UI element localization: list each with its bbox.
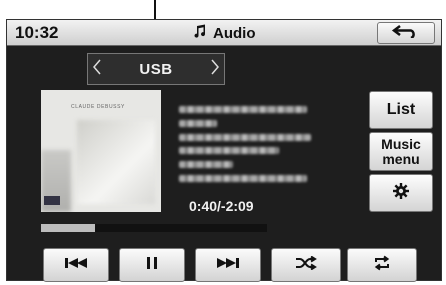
gear-icon (393, 182, 409, 204)
back-button[interactable] (377, 22, 435, 44)
chevron-left-icon[interactable] (92, 59, 102, 80)
source-label: USB (139, 60, 173, 78)
shuffle-icon (295, 255, 317, 275)
previous-track-button[interactable] (43, 248, 109, 282)
music-menu-button[interactable]: Music menu (369, 132, 433, 171)
source-selector[interactable]: USB (87, 53, 225, 85)
next-track-button[interactable] (195, 248, 261, 282)
music-menu-label: Music menu (381, 135, 421, 167)
album-image (77, 120, 155, 204)
clock: 10:32 (15, 23, 59, 42)
progress-fill (41, 224, 96, 232)
playback-time: 0:40/-2:09 (189, 198, 254, 214)
progress-bar[interactable] (41, 224, 267, 232)
screen-title-label: Audio (213, 24, 256, 42)
album-cover-text: CLAUDE DEBUSSY (71, 104, 125, 110)
repeat-button[interactable] (347, 248, 417, 282)
skip-previous-icon (64, 256, 88, 274)
back-arrow-icon (391, 24, 421, 43)
settings-button[interactable] (369, 174, 433, 212)
screen-title: Audio (193, 24, 256, 42)
album-art: CLAUDE DEBUSSY (41, 90, 161, 212)
shuffle-button[interactable] (271, 248, 341, 282)
track-info-blurred (175, 104, 345, 190)
list-button-label: List (386, 101, 416, 118)
pause-icon (146, 256, 158, 275)
status-bar: 10:32 Audio (7, 20, 441, 46)
repeat-icon (372, 255, 392, 276)
label-logo (44, 196, 60, 205)
chevron-right-icon[interactable] (210, 59, 220, 80)
music-note-icon (193, 24, 207, 42)
pause-button[interactable] (119, 248, 185, 282)
skip-next-icon (216, 256, 240, 274)
head-unit-screen: 10:32 Audio USB CLAUDE DEBUSSY 0:40/-2:0… (6, 19, 442, 282)
list-button[interactable]: List (369, 91, 433, 129)
